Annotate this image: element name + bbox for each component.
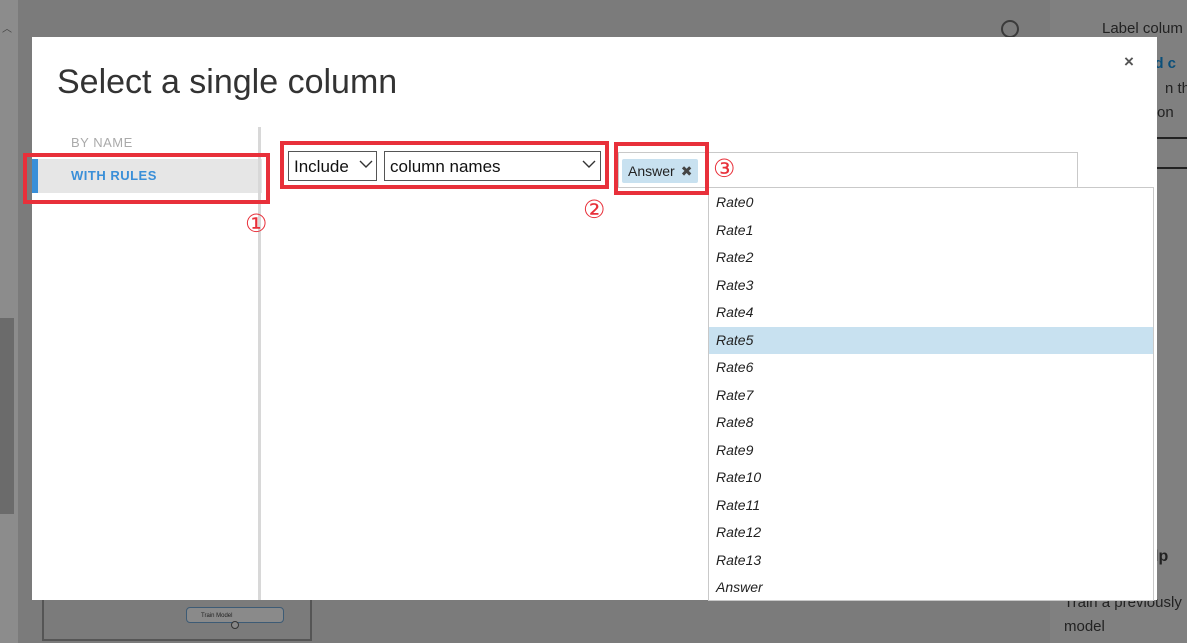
- annotation-box-3: [614, 142, 709, 195]
- panel-divider: [1157, 137, 1187, 169]
- select-column-dialog: Select a single column × BY NAME WITH RU…: [32, 37, 1157, 601]
- scroll-up-icon: ︿: [2, 24, 12, 35]
- background-left-strip: ︿: [0, 0, 18, 643]
- nav-by-name[interactable]: BY NAME: [71, 135, 133, 150]
- column-option[interactable]: Rate10: [709, 464, 1153, 491]
- search-icon: [1001, 20, 1019, 38]
- annotation-number-1: ①: [245, 209, 268, 238]
- annotation-number-2: ②: [583, 195, 606, 224]
- help-text-line: model: [1064, 618, 1105, 635]
- column-option[interactable]: Rate11: [709, 492, 1153, 519]
- column-option[interactable]: Rate12: [709, 519, 1153, 546]
- annotation-box-1: [23, 153, 270, 204]
- column-option[interactable]: Rate4: [709, 299, 1153, 326]
- node-port: [231, 621, 239, 629]
- column-option[interactable]: Rate0: [709, 189, 1153, 216]
- annotation-number-3: ③: [713, 154, 736, 183]
- dialog-title: Select a single column: [57, 63, 398, 101]
- close-button[interactable]: ×: [1124, 52, 1134, 72]
- column-option[interactable]: Rate2: [709, 244, 1153, 271]
- column-suggestion-list: Rate0 Rate1 Rate2 Rate3 Rate4 Rate5 Rate6 Rate7…: [708, 187, 1154, 601]
- column-option[interactable]: Rate9: [709, 437, 1153, 464]
- panel-text-line: n the: [1165, 80, 1187, 97]
- annotation-box-2: [280, 141, 609, 189]
- background-module-node: Train Model: [42, 597, 312, 641]
- label-column-text: Label colum: [1102, 20, 1183, 37]
- column-option[interactable]: Rate1: [709, 217, 1153, 244]
- column-option[interactable]: Rate6: [709, 354, 1153, 381]
- column-option[interactable]: Rate5: [709, 326, 1153, 354]
- column-option[interactable]: Rate13: [709, 547, 1153, 574]
- column-option[interactable]: Rate3: [709, 272, 1153, 299]
- column-option[interactable]: Rate7: [709, 382, 1153, 409]
- background-scrollbar: [0, 318, 14, 514]
- panel-text-line: on: [1157, 104, 1174, 121]
- column-option[interactable]: Answer: [709, 574, 1153, 601]
- column-option[interactable]: Rate8: [709, 409, 1153, 436]
